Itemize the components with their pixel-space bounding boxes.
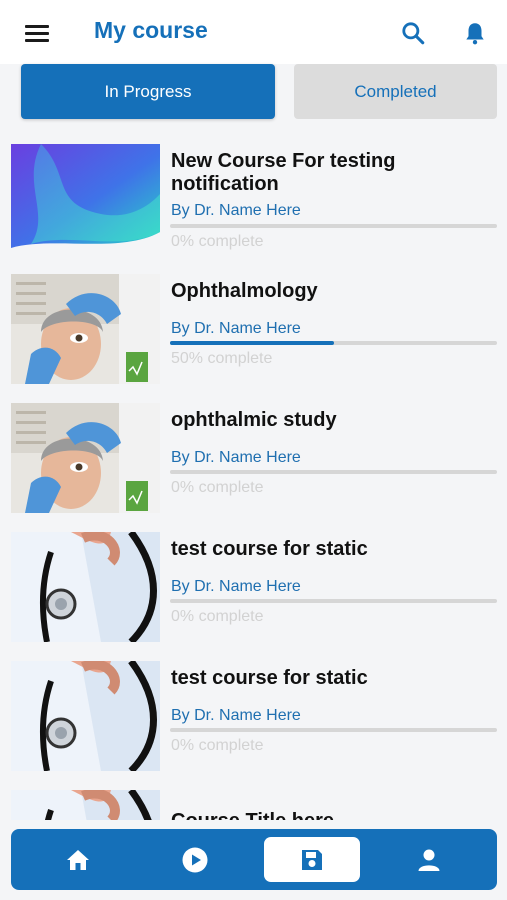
course-title: ophthalmic study bbox=[171, 409, 337, 431]
course-title: New Course For testing notification bbox=[171, 150, 396, 195]
course-title: test course for static bbox=[171, 667, 368, 689]
progress-bar bbox=[170, 728, 497, 732]
progress-text: 0% complete bbox=[171, 737, 264, 754]
search-icon[interactable] bbox=[400, 20, 426, 46]
nav-profile[interactable] bbox=[381, 837, 477, 882]
bell-icon[interactable] bbox=[462, 20, 488, 46]
progress-text: 0% complete bbox=[171, 608, 264, 625]
progress-text: 50% complete bbox=[171, 350, 273, 367]
course-card[interactable]: New Course For testing notification By D… bbox=[11, 144, 501, 256]
menu-icon[interactable] bbox=[25, 25, 49, 42]
course-card[interactable]: ophthalmic study By Dr. Name Here 0% com… bbox=[11, 403, 501, 515]
profile-icon bbox=[418, 849, 440, 871]
progress-bar bbox=[170, 599, 497, 603]
play-icon bbox=[182, 847, 208, 872]
course-thumbnail bbox=[11, 661, 160, 771]
course-thumbnail bbox=[11, 144, 160, 254]
course-thumbnail bbox=[11, 532, 160, 642]
progress-text: 0% complete bbox=[171, 479, 264, 496]
progress-text: 0% complete bbox=[171, 233, 264, 250]
home-icon bbox=[67, 849, 89, 870]
progress-bar bbox=[170, 224, 497, 228]
course-list: New Course For testing notification By D… bbox=[0, 130, 507, 820]
nav-saved[interactable] bbox=[264, 837, 360, 882]
bottom-navigation bbox=[11, 829, 497, 890]
course-thumbnail bbox=[11, 790, 160, 820]
nav-home[interactable] bbox=[30, 837, 126, 882]
course-author: By Dr. Name Here bbox=[171, 449, 301, 466]
course-card[interactable]: Course Title here bbox=[11, 790, 501, 820]
course-author: By Dr. Name Here bbox=[171, 202, 301, 219]
course-thumbnail bbox=[11, 403, 160, 513]
app-header: My course bbox=[0, 0, 507, 64]
course-author: By Dr. Name Here bbox=[171, 320, 301, 337]
course-card[interactable]: test course for static By Dr. Name Here … bbox=[11, 661, 501, 773]
course-tabs: In Progress Completed bbox=[0, 64, 507, 120]
save-icon bbox=[302, 849, 322, 870]
course-title: Ophthalmology bbox=[171, 280, 318, 302]
tab-in-progress[interactable]: In Progress bbox=[21, 64, 275, 119]
nav-play[interactable] bbox=[147, 837, 243, 882]
course-title: test course for static bbox=[171, 538, 368, 560]
course-title: Course Title here bbox=[171, 810, 491, 820]
progress-bar bbox=[170, 341, 497, 345]
tab-completed[interactable]: Completed bbox=[294, 64, 497, 119]
course-card[interactable]: Ophthalmology By Dr. Name Here 50% compl… bbox=[11, 274, 501, 386]
progress-bar bbox=[170, 470, 497, 474]
course-author: By Dr. Name Here bbox=[171, 578, 301, 595]
page-title: My course bbox=[94, 17, 208, 43]
course-thumbnail bbox=[11, 274, 160, 384]
course-card[interactable]: test course for static By Dr. Name Here … bbox=[11, 532, 501, 644]
course-author: By Dr. Name Here bbox=[171, 707, 301, 724]
